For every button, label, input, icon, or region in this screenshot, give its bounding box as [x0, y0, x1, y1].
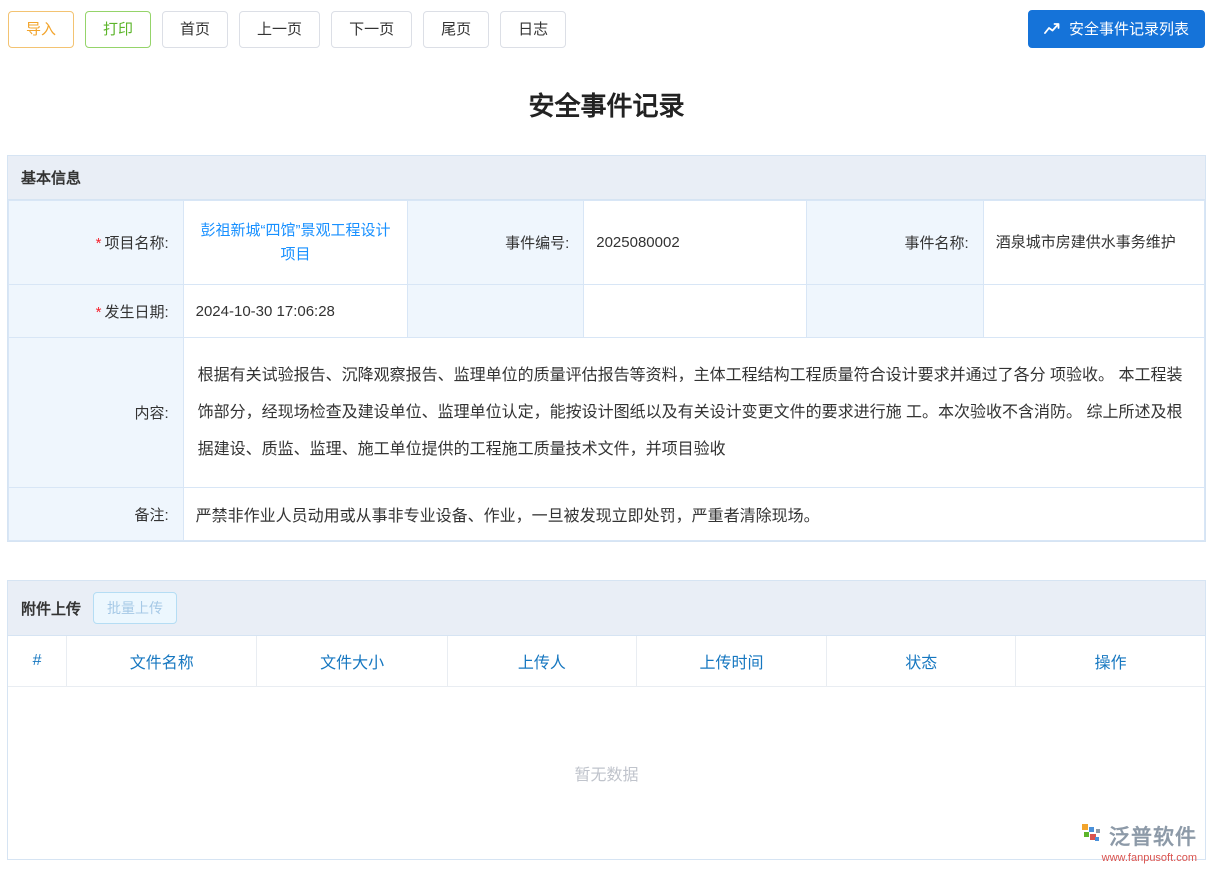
col-status: 状态 — [827, 636, 1016, 687]
col-upload-time: 上传时间 — [636, 636, 826, 687]
content-value-cell: 根据有关试验报告、沉降观察报告、监理单位的质量评估报告等资料，主体工程结构工程质… — [183, 338, 1204, 488]
print-button[interactable]: 打印 — [85, 11, 151, 48]
empty-label-cell — [408, 285, 584, 338]
watermark-brand: 泛普软件 — [1109, 821, 1197, 851]
remark-label-cell: 备注: — [9, 488, 184, 541]
fanpu-logo-icon — [1081, 823, 1103, 850]
batch-upload-button[interactable]: 批量上传 — [93, 592, 177, 624]
date-value-cell: 2024-10-30 17:06:28 — [183, 285, 408, 338]
last-page-button[interactable]: 尾页 — [423, 11, 489, 48]
event-no-value: 2025080002 — [596, 234, 679, 251]
project-link[interactable]: 彭祖新城“四馆”景观工程设计项目 — [196, 219, 396, 266]
remark-value: 严禁非作业人员动用或从事非专业设备、作业，一旦被发现立即处罚，严重者清除现场。 — [196, 508, 820, 525]
page-title: 安全事件记录 — [7, 86, 1206, 123]
empty-value-cell — [584, 285, 806, 338]
basic-info-table: *项目名称: 彭祖新城“四馆”景观工程设计项目 事件编号: 2025080002… — [8, 200, 1205, 541]
event-no-label: 事件编号: — [505, 235, 569, 252]
attachments-title: 附件上传 — [21, 598, 81, 619]
trend-line-icon — [1044, 22, 1061, 36]
toolbar: 导入 打印 首页 上一页 下一页 尾页 日志 安全事件记录列表 — [7, 8, 1206, 48]
basic-info-header: 基本信息 — [8, 156, 1205, 200]
project-name-label: 项目名称: — [104, 235, 168, 252]
project-name-value-cell: 彭祖新城“四馆”景观工程设计项目 — [183, 201, 408, 285]
col-index: # — [8, 636, 67, 687]
record-list-button[interactable]: 安全事件记录列表 — [1028, 10, 1205, 48]
record-list-button-label: 安全事件记录列表 — [1069, 12, 1189, 47]
log-button[interactable]: 日志 — [500, 11, 566, 48]
basic-info-title: 基本信息 — [21, 167, 81, 188]
content-label: 内容: — [134, 405, 168, 422]
event-name-value-cell: 酒泉城市房建供水事务维护 — [983, 201, 1204, 285]
required-asterisk: * — [96, 304, 102, 321]
import-button[interactable]: 导入 — [8, 11, 74, 48]
required-asterisk: * — [96, 235, 102, 252]
event-name-value: 酒泉城市房建供水事务维护 — [996, 234, 1176, 251]
col-actions: 操作 — [1016, 636, 1205, 687]
next-page-button[interactable]: 下一页 — [331, 11, 412, 48]
event-name-label-cell: 事件名称: — [806, 201, 983, 285]
col-file-size: 文件大小 — [257, 636, 447, 687]
col-uploader: 上传人 — [447, 636, 636, 687]
page: 导入 打印 首页 上一页 下一页 尾页 日志 安全事件记录列表 安全事件记录 基… — [0, 0, 1213, 872]
attachments-table: # 文件名称 文件大小 上传人 上传时间 状态 操作 — [8, 636, 1205, 687]
date-value: 2024-10-30 17:06:28 — [196, 303, 335, 320]
content-value: 根据有关试验报告、沉降观察报告、监理单位的质量评估报告等资料，主体工程结构工程质… — [198, 367, 1183, 458]
event-no-label-cell: 事件编号: — [408, 201, 584, 285]
attachments-section: 附件上传 批量上传 # 文件名称 文件大小 上传人 上传时间 状态 操作 — [7, 580, 1206, 860]
table-row: *发生日期: 2024-10-30 17:06:28 — [9, 285, 1205, 338]
attachments-header-row: # 文件名称 文件大小 上传人 上传时间 状态 操作 — [8, 636, 1205, 687]
basic-info-section: 基本信息 *项目名称: 彭祖新城“四馆”景观工程设计项目 事件编号: — [7, 155, 1206, 542]
first-page-button[interactable]: 首页 — [162, 11, 228, 48]
watermark-url: www.fanpusoft.com — [1081, 852, 1197, 864]
event-no-value-cell: 2025080002 — [584, 201, 806, 285]
content-label-cell: 内容: — [9, 338, 184, 488]
empty-state: 暂无数据 — [8, 687, 1205, 859]
empty-label-cell — [806, 285, 983, 338]
remark-label: 备注: — [134, 507, 168, 524]
remark-value-cell: 严禁非作业人员动用或从事非专业设备、作业，一旦被发现立即处罚，严重者清除现场。 — [183, 488, 1204, 541]
col-file-name: 文件名称 — [67, 636, 257, 687]
table-row: 内容: 根据有关试验报告、沉降观察报告、监理单位的质量评估报告等资料，主体工程结… — [9, 338, 1205, 488]
date-label-cell: *发生日期: — [9, 285, 184, 338]
project-name-label-cell: *项目名称: — [9, 201, 184, 285]
attachments-header: 附件上传 批量上传 — [8, 581, 1205, 636]
table-row: *项目名称: 彭祖新城“四馆”景观工程设计项目 事件编号: 2025080002… — [9, 201, 1205, 285]
table-row: 备注: 严禁非作业人员动用或从事非专业设备、作业，一旦被发现立即处罚，严重者清除… — [9, 488, 1205, 541]
prev-page-button[interactable]: 上一页 — [239, 11, 320, 48]
event-name-label: 事件名称: — [905, 235, 969, 252]
date-label: 发生日期: — [104, 304, 168, 321]
empty-state-text: 暂无数据 — [574, 761, 638, 785]
watermark: 泛普软件 www.fanpusoft.com — [1081, 821, 1197, 864]
empty-value-cell — [983, 285, 1204, 338]
